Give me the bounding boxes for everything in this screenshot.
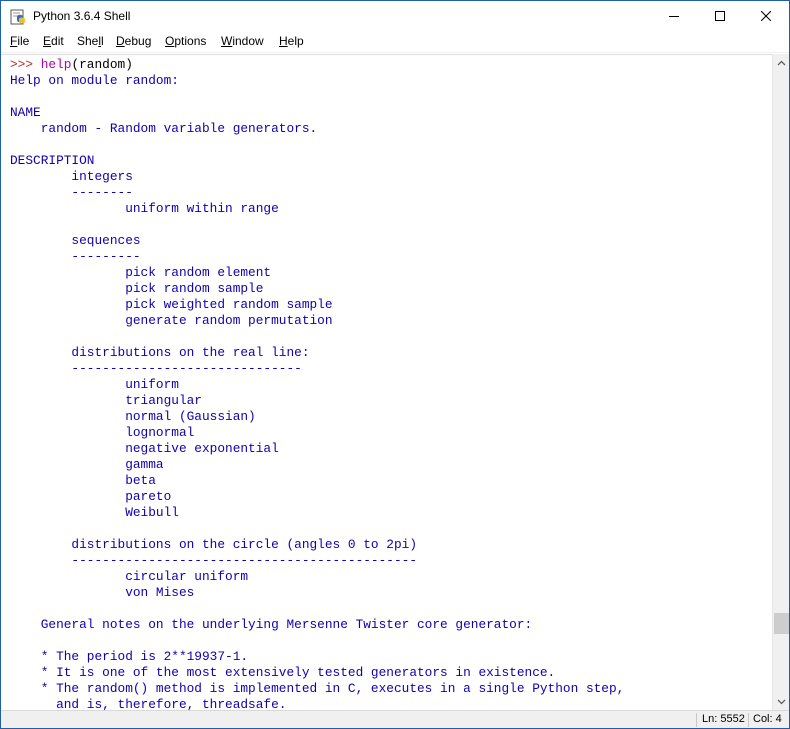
vertical-scrollbar[interactable] <box>772 54 789 710</box>
help-output-line: pick weighted random sample <box>10 297 333 312</box>
help-output-line: generate random permutation <box>10 313 333 328</box>
help-output-line: distributions on the circle (angles 0 to… <box>10 537 418 552</box>
status-divider <box>696 713 697 727</box>
builtin-name: help <box>40 57 72 72</box>
close-icon <box>761 11 771 21</box>
idle-shell-window: Python 3.6.4 Shell File Edit Shell Debug… <box>0 0 790 729</box>
help-output-line: normal (Gaussian) <box>10 409 256 424</box>
help-output-line: * The random() method is implemented in … <box>10 681 625 696</box>
python-idle-icon <box>10 8 27 25</box>
status-column-number: Col: 4 <box>753 713 782 725</box>
help-output-line: ------------------------------ <box>10 361 302 376</box>
help-output-line: -------- <box>10 185 133 200</box>
command-line: >>> help(random) <box>10 57 133 73</box>
help-output-line: integers <box>10 169 133 184</box>
status-divider <box>748 713 749 727</box>
help-output-line: uniform within range <box>10 201 279 216</box>
window-title: Python 3.6.4 Shell <box>33 9 131 23</box>
maximize-icon <box>715 11 725 21</box>
help-output-line: sequences <box>10 233 141 248</box>
help-output-line: random - Random variable generators. <box>10 121 318 136</box>
help-output-line: negative exponential <box>10 441 279 456</box>
help-output-line: beta <box>10 473 156 488</box>
help-output-line: * It is one of the most extensively test… <box>10 665 556 680</box>
help-output-line: triangular <box>10 393 202 408</box>
status-line-number: Ln: 5552 <box>702 713 745 725</box>
help-output-line: pick random sample <box>10 281 264 296</box>
help-output-line: von Mises <box>10 585 195 600</box>
maximize-button[interactable] <box>697 1 743 31</box>
shell-prompt: >>> <box>10 57 41 72</box>
command-args: (random) <box>71 57 133 72</box>
status-bar: Ln: 5552 Col: 4 <box>1 710 789 728</box>
help-output-line: DESCRIPTION <box>10 153 95 168</box>
close-button[interactable] <box>743 1 789 31</box>
help-output-line: gamma <box>10 457 164 472</box>
shell-text-area[interactable]: >>> help(random) Help on module random: N… <box>1 54 772 710</box>
scroll-down-button[interactable] <box>773 693 790 710</box>
chevron-down-icon <box>777 699 786 704</box>
menu-help[interactable]: Help <box>279 34 304 48</box>
menu-shell[interactable]: Shell <box>77 34 104 48</box>
help-output-line: General notes on the underlying Mersenne… <box>10 617 533 632</box>
minimize-button[interactable] <box>651 1 697 31</box>
menu-bar: File Edit Shell Debug Options Window Hel… <box>1 31 789 53</box>
scroll-thumb[interactable] <box>774 613 789 634</box>
help-output-line: pick random element <box>10 265 272 280</box>
help-output-line: ----------------------------------------… <box>10 553 418 568</box>
chevron-up-icon <box>777 60 786 65</box>
scroll-up-button[interactable] <box>773 54 790 71</box>
help-output-line: distributions on the real line: <box>10 345 310 360</box>
help-output-line: NAME <box>10 105 41 120</box>
help-output-line: pareto <box>10 489 172 504</box>
help-output-line: uniform <box>10 377 179 392</box>
help-output-line: lognormal <box>10 425 195 440</box>
menu-file[interactable]: File <box>10 34 29 48</box>
menu-edit[interactable]: Edit <box>43 34 64 48</box>
help-output-line: circular uniform <box>10 569 249 584</box>
help-output-line: Weibull <box>10 505 179 520</box>
help-output-line: --------- <box>10 249 141 264</box>
menu-debug[interactable]: Debug <box>116 34 151 48</box>
help-output-line: * The period is 2**19937-1. <box>10 649 249 664</box>
minimize-icon <box>669 16 679 17</box>
menu-window[interactable]: Window <box>221 34 264 48</box>
help-output-line: and is, therefore, threadsafe. <box>10 697 287 710</box>
help-output-line: Help on module random: <box>10 73 179 88</box>
title-bar[interactable]: Python 3.6.4 Shell <box>1 1 789 31</box>
menu-options[interactable]: Options <box>165 34 206 48</box>
